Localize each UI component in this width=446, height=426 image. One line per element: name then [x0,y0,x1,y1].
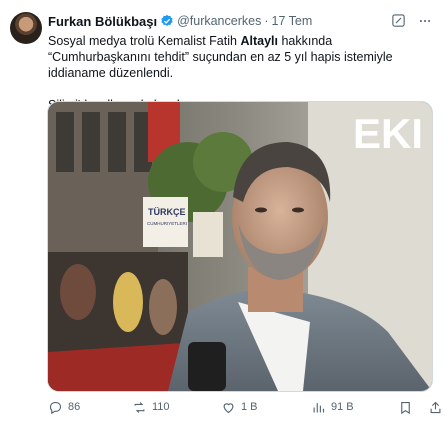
repost-icon [134,401,145,413]
bookmark-icon [401,401,410,414]
avatar[interactable] [10,12,42,44]
tweet-actions: 86 110 1 B 91 B [48,398,441,416]
media-photo: EKI TÜRKÇE CUMHURIYETLERI [48,102,432,391]
tweet-media-image[interactable]: EKI TÜRKÇE CUMHURIYETLERI [47,101,433,392]
more-options-icon[interactable] [418,14,432,28]
tweet-paragraph-1: Sosyal medya trolü Kemalist Fatih Altayl… [48,34,393,80]
repost-count: 110 [152,401,170,413]
wall-letters: EKI [353,110,423,157]
tweet[interactable]: Furkan Bölükbaşı @furkancerkes · 17 Tem … [0,0,446,426]
svg-text:CUMHURIYETLERI: CUMHURIYETLERI [147,221,187,226]
views-count: 91 B [331,401,354,413]
separator-dot: · [264,14,269,28]
tweet-header: Furkan Bölükbaşı @furkancerkes · 17 Tem [48,12,312,30]
repost-button[interactable]: 110 [132,398,170,416]
verified-badge-icon [161,14,173,26]
reply-icon [49,401,62,414]
like-count: 1 B [241,401,258,413]
share-button[interactable] [428,398,446,416]
share-icon [430,401,441,413]
views-icon [313,402,325,412]
views-button[interactable]: 91 B [311,398,354,416]
like-button[interactable]: 1 B [221,398,258,416]
reply-button[interactable]: 86 [48,398,80,416]
grok-icon[interactable] [391,13,406,28]
bookmark-button[interactable] [398,398,418,416]
svg-text:TÜRKÇE: TÜRKÇE [148,207,186,217]
tweet-date[interactable]: 17 Tem [272,14,313,28]
author-handle[interactable]: @furkancerkes [177,14,261,28]
author-name[interactable]: Furkan Bölükbaşı [48,14,157,29]
heart-icon [223,402,234,413]
microphone [188,342,226,391]
reply-count: 86 [68,401,81,413]
